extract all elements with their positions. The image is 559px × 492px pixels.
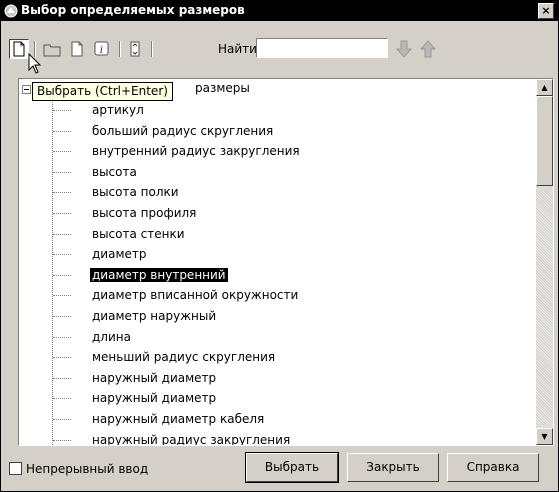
page-icon (71, 41, 83, 57)
tree-item[interactable]: наружный диаметр (19, 369, 529, 390)
select-button[interactable]: Выбрать (245, 452, 339, 483)
select-icon (13, 41, 25, 57)
tree-connector (53, 151, 71, 153)
find-label: Найти (218, 42, 257, 56)
tree-item-label: наружный диаметр (92, 391, 217, 406)
tree-item[interactable]: наружный диаметр (19, 389, 529, 410)
window-title: Выбор определяемых размеров (21, 3, 245, 17)
tree-item[interactable]: артикул (19, 101, 529, 122)
arrow-down-icon (395, 40, 413, 58)
dimensions-tree[interactable]: размеры артикул больший радиус скругления… (18, 78, 554, 446)
tree-item-label: меньший радиус скругления (92, 350, 276, 365)
collapse-icon[interactable] (22, 85, 31, 94)
tree-connector (53, 418, 71, 420)
tree-connector (53, 192, 71, 194)
tree-connector (53, 315, 71, 317)
toolbar-separator (151, 41, 153, 57)
tree-item[interactable]: высота (19, 163, 529, 184)
mouse-pointer-icon (28, 53, 42, 74)
tree-item[interactable]: внутренний радиус закругления (19, 142, 529, 163)
title-bar: Выбор определяемых размеров × (1, 1, 558, 21)
tree-item[interactable]: длина (19, 328, 529, 349)
tree-item-label: артикул (92, 103, 144, 117)
tree-root-label: размеры (195, 81, 250, 95)
close-window-button[interactable]: × (538, 3, 554, 19)
tree-item-label: высота профиля (92, 205, 197, 220)
tree-item[interactable]: меньший радиус скругления (19, 348, 529, 369)
folder-icon (43, 44, 61, 57)
tree-item[interactable]: больший радиус скругления (19, 122, 529, 143)
folder-toolbar-button[interactable] (42, 39, 62, 59)
new-page-toolbar-button[interactable] (67, 39, 87, 59)
tree-item[interactable]: диаметр вписанной окружности (19, 286, 529, 307)
close-button[interactable]: Закрыть (347, 453, 439, 482)
scroll-down-button[interactable]: ▼ (536, 428, 553, 445)
list-icon (130, 41, 140, 57)
info-icon: i (94, 41, 109, 56)
info-toolbar-button[interactable]: i (92, 39, 112, 59)
tree-items: артикул больший радиус скругления внутренн… (19, 101, 529, 446)
tree-connector (53, 254, 71, 256)
tree-connector (53, 336, 71, 338)
toolbar-separator (119, 41, 121, 57)
tree-item-label: внутренний радиус закругления (92, 144, 300, 159)
tree-item[interactable]: высота стенки (19, 225, 529, 246)
tree-item-label: длина (92, 329, 131, 344)
tree-connector (53, 357, 71, 359)
tree-item-label: диаметр вписанной окружности (92, 288, 299, 303)
tree-item-label: наружный диаметр кабеля (92, 411, 265, 426)
tree-item-label: больший радиус скругления (92, 123, 274, 138)
tree-item[interactable]: диаметр (19, 245, 529, 266)
tree-item-label: наружный радиус закругления (92, 432, 291, 446)
tree-item-label: наружный диаметр (92, 370, 217, 385)
tree-connector (53, 398, 71, 400)
tree-connector (53, 439, 71, 441)
tree-item-label: высота полки (92, 185, 179, 200)
find-input[interactable] (256, 38, 388, 58)
toolbar: i Найти (9, 29, 554, 69)
tree-item-label: диаметр наружный (92, 308, 217, 323)
tree-connector (53, 233, 71, 235)
app-icon (4, 4, 18, 18)
tree-item-label: высота стенки (92, 226, 185, 241)
find-next-button[interactable] (394, 39, 414, 59)
tree-item-label: диаметр (92, 247, 147, 262)
tree-item-label: диаметр внутренний (90, 267, 228, 282)
dialog-footer: Непрерывный ввод Выбрать Закрыть Справка (1, 452, 558, 491)
tree-item[interactable]: высота профиля (19, 204, 529, 225)
select-toolbar-button[interactable] (9, 39, 29, 59)
scroll-thumb[interactable] (536, 96, 553, 186)
tree-connector (53, 377, 71, 379)
scroll-up-button[interactable]: ▲ (536, 79, 553, 96)
tree-connector (53, 295, 71, 297)
tree-item[interactable]: наружный диаметр кабеля (19, 410, 529, 431)
tooltip: Выбрать (Ctrl+Enter) (32, 82, 173, 101)
tree-connector (53, 212, 71, 214)
tree-item[interactable]: наружный радиус закругления (19, 431, 529, 446)
svg-text:i: i (100, 45, 103, 56)
tree-connector (53, 274, 71, 276)
tree-connector (53, 130, 71, 132)
find-previous-button[interactable] (418, 39, 438, 59)
tree-connector (53, 171, 71, 173)
vertical-scrollbar[interactable]: ▲ ▼ (536, 79, 553, 445)
list-toolbar-button[interactable] (125, 39, 145, 59)
tree-item[interactable]: диаметр внутренний (19, 266, 529, 287)
tree-item-label: высота (92, 164, 137, 179)
tree-item[interactable]: диаметр наружный (19, 307, 529, 328)
help-button[interactable]: Справка (447, 453, 539, 482)
tree-connector (53, 110, 71, 111)
continuous-input-label: Непрерывный ввод (26, 462, 149, 476)
dialog-window: Выбор определяемых размеров × i Найти Вы… (0, 0, 559, 492)
arrow-up-icon (419, 40, 437, 58)
continuous-input-checkbox[interactable] (9, 462, 22, 475)
tree-item[interactable]: высота полки (19, 183, 529, 204)
